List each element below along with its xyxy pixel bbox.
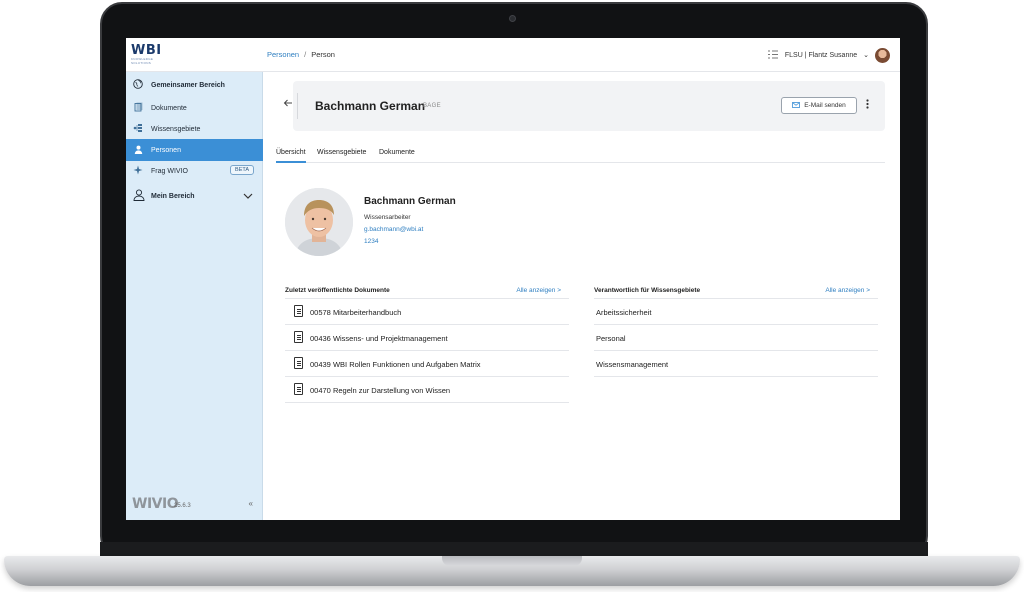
knowledge-area-row[interactable]: Arbeitssicherheit [594, 299, 878, 325]
panel-title: Zuletzt veröffentlichte Dokumente [285, 287, 390, 294]
knowledge-area-row[interactable]: Wissensmanagement [594, 351, 878, 377]
header-divider [297, 93, 298, 119]
more-options-icon[interactable] [866, 99, 869, 112]
logo-subtitle: KNOWLEDGE SOLUTIONS [131, 57, 154, 65]
sidebar-item-mein-bereich[interactable]: Mein Bereich [126, 185, 263, 207]
chevron-down-icon[interactable] [243, 191, 253, 201]
collapse-sidebar-icon[interactable]: « [249, 499, 253, 508]
panel-header: Verantwortlich für Wissensgebiete Alle a… [594, 285, 878, 299]
sidebar-item-label: Frag WIVIO [151, 167, 188, 175]
app-screen: WBI KNOWLEDGE SOLUTIONS Personen / Person … [126, 38, 900, 520]
profile-email-link[interactable]: g.bachmann@wbi.at [364, 226, 423, 233]
document-title: 00439 WBI Rollen Funktionen und Aufgaben… [310, 360, 481, 369]
laptop-mockup: WBI KNOWLEDGE SOLUTIONS Personen / Person … [0, 0, 1024, 592]
document-row[interactable]: 00470 Regeln zur Darstellung von Wissen [285, 377, 569, 403]
document-title: 00578 Mitarbeiterhandbuch [310, 308, 402, 317]
breadcrumb-personen[interactable]: Personen [267, 50, 299, 59]
sidebar-footer: WIVIO 25.6.3 « [132, 496, 257, 514]
camera-icon [509, 15, 516, 22]
person-icon [133, 145, 143, 156]
sidebar: Gemeinsamer Bereich Dokumente Wissensgeb… [126, 72, 263, 520]
show-all-areas-link[interactable]: Alle anzeigen > [825, 287, 870, 294]
globe-icon [133, 79, 143, 91]
laptop-notch [442, 556, 582, 566]
show-all-documents-link[interactable]: Alle anzeigen > [516, 287, 561, 294]
sidebar-item-label: Gemeinsamer Bereich [151, 81, 225, 89]
profile-photo [285, 188, 353, 256]
documents-icon [133, 102, 143, 114]
app-version: 25.6.3 [174, 503, 191, 509]
tab-uebersicht[interactable]: Übersicht [276, 149, 306, 163]
document-icon [294, 383, 303, 395]
document-row[interactable]: 00439 WBI Rollen Funktionen und Aufgaben… [285, 351, 569, 377]
profile-name: Bachmann German [364, 196, 456, 207]
person-code: BAGE [423, 103, 441, 109]
send-email-button[interactable]: E-Mail senden [781, 97, 857, 114]
sidebar-item-dokumente[interactable]: Dokumente [126, 97, 263, 119]
mail-icon [792, 101, 801, 110]
document-title: 00436 Wissens- und Projektmanagement [310, 334, 448, 343]
sidebar-item-label: Dokumente [151, 104, 187, 112]
knowledge-area-name: Wissensmanagement [596, 360, 669, 369]
document-row[interactable]: 00436 Wissens- und Projektmanagement [285, 325, 569, 351]
breadcrumb: Personen / Person [267, 50, 335, 59]
panel-header: Zuletzt veröffentlichte Dokumente Alle a… [285, 285, 569, 299]
logo-text: WBI [131, 43, 162, 58]
wbi-logo[interactable]: WBI KNOWLEDGE SOLUTIONS [131, 44, 171, 66]
sidebar-item-personen[interactable]: Personen [126, 139, 263, 161]
responsible-areas-panel: Verantwortlich für Wissensgebiete Alle a… [594, 285, 878, 377]
user-avatar[interactable] [875, 47, 890, 63]
user-menu-label[interactable]: FLSU | Flantz Susanne [785, 52, 857, 59]
knowledge-areas-icon [133, 123, 143, 135]
profile-role: Wissensarbeiter [364, 214, 411, 221]
person-header-card: Bachmann German BAGE E-Mail senden [283, 81, 885, 131]
breadcrumb-separator: / [304, 50, 307, 59]
document-icon [294, 357, 303, 369]
sidebar-item-label: Wissensgebiete [151, 125, 201, 133]
knowledge-area-row[interactable]: Personal [594, 325, 878, 351]
wivio-logo: WIVIO [132, 496, 179, 512]
beta-badge: BETA [230, 165, 254, 175]
document-row[interactable]: 00578 Mitarbeiterhandbuch [285, 299, 569, 325]
tab-bar: Übersicht Wissensgebiete Dokumente [276, 147, 885, 163]
sidebar-item-frag-wivio[interactable]: Frag WIVIO BETA [126, 160, 263, 182]
document-icon [294, 305, 303, 317]
breadcrumb-current: Person [311, 50, 335, 59]
person-title: Bachmann German [315, 99, 426, 113]
document-icon [294, 331, 303, 343]
user-area: FLSU | Flantz Susanne ⌄ [767, 46, 890, 64]
main-content: Bachmann German BAGE E-Mail senden Übers… [263, 72, 900, 520]
user-outline-icon [133, 189, 145, 203]
document-title: 00470 Regeln zur Darstellung von Wissen [310, 386, 451, 395]
sparkle-icon [133, 165, 143, 177]
back-arrow-icon[interactable] [283, 99, 293, 109]
knowledge-area-name: Personal [596, 334, 626, 343]
sidebar-item-label: Personen [151, 146, 181, 154]
profile-phone-link[interactable]: 1234 [364, 238, 378, 245]
sidebar-item-label: Mein Bereich [151, 192, 195, 200]
sidebar-item-gemeinsamer-bereich[interactable]: Gemeinsamer Bereich [126, 74, 263, 96]
chevron-down-icon[interactable]: ⌄ [863, 51, 869, 59]
knowledge-area-name: Arbeitssicherheit [596, 308, 652, 317]
recent-documents-panel: Zuletzt veröffentlichte Dokumente Alle a… [285, 285, 569, 403]
panel-title: Verantwortlich für Wissensgebiete [594, 287, 701, 294]
tasks-icon[interactable] [767, 49, 779, 62]
tab-wissensgebiete[interactable]: Wissensgebiete [317, 149, 366, 163]
send-email-label: E-Mail senden [804, 102, 846, 109]
top-bar: WBI KNOWLEDGE SOLUTIONS Personen / Person … [126, 38, 900, 72]
tab-dokumente[interactable]: Dokumente [379, 149, 415, 163]
sidebar-item-wissensgebiete[interactable]: Wissensgebiete [126, 118, 263, 140]
